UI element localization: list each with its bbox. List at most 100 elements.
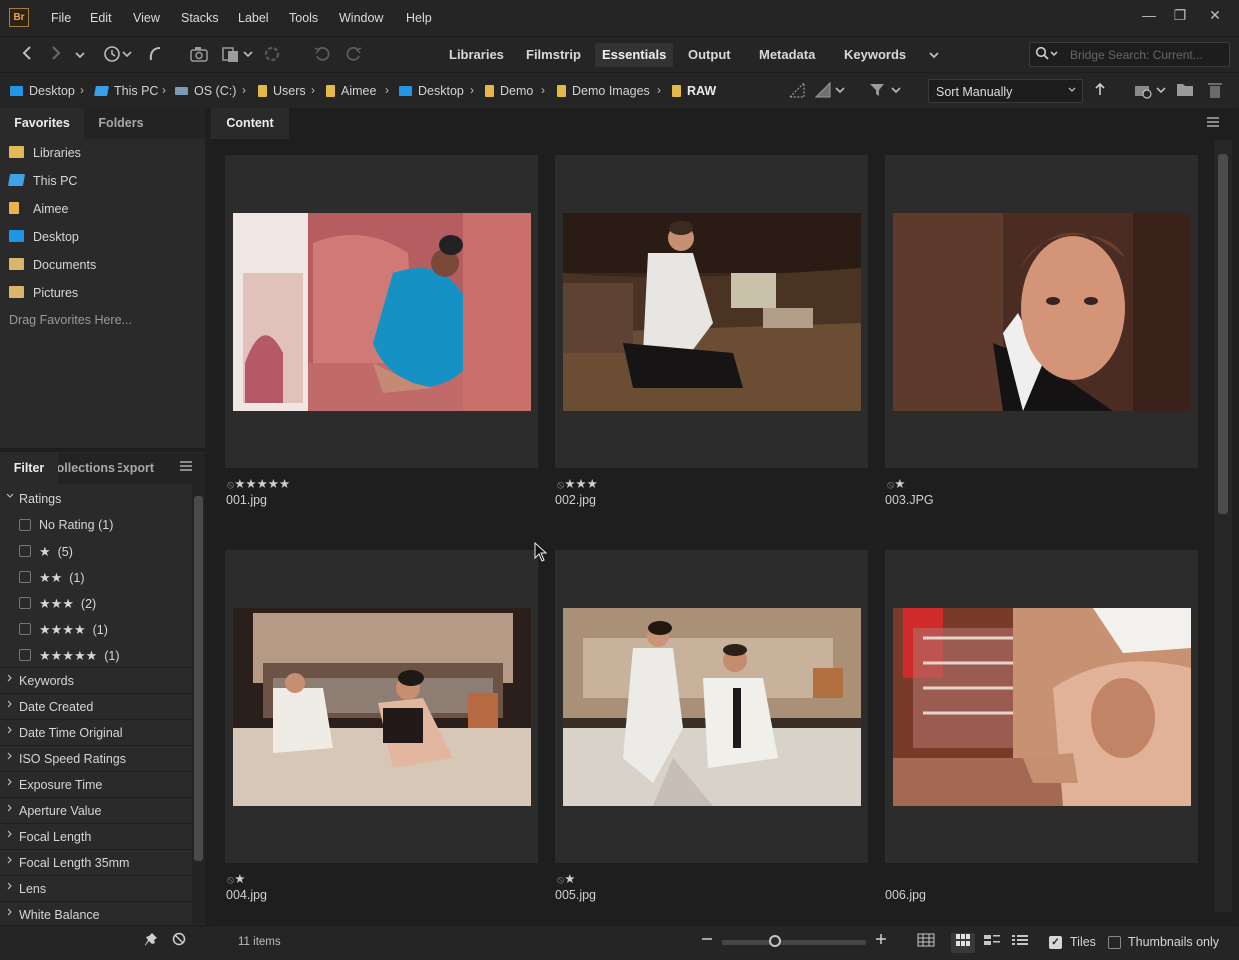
filter-rating-option[interactable]: ★★★★★ (1): [0, 642, 192, 668]
panel-divider[interactable]: [0, 448, 205, 452]
filter-section-aperture[interactable]: Aperture Value: [0, 798, 192, 824]
tile-filename[interactable]: 002.jpg: [555, 493, 596, 507]
checkbox[interactable]: [19, 623, 31, 635]
filter-section-keywords[interactable]: Keywords: [0, 668, 192, 694]
rotate-right-icon[interactable]: [345, 45, 363, 65]
workspace-keywords[interactable]: Keywords: [837, 43, 913, 67]
refine-copy-icon[interactable]: [220, 45, 254, 65]
tile-rating[interactable]: ⦸★: [227, 871, 245, 887]
photo-thumbnail[interactable]: [893, 608, 1191, 806]
thumbnail-size-slider[interactable]: [722, 940, 866, 945]
zoom-in-icon[interactable]: [872, 932, 890, 952]
tile-filename[interactable]: 001.jpg: [226, 493, 267, 507]
workspace-output[interactable]: Output: [681, 43, 738, 67]
checkbox[interactable]: [19, 571, 31, 583]
list-view-icon[interactable]: [1008, 933, 1032, 953]
grid-lock-icon[interactable]: [914, 933, 938, 953]
checkbox[interactable]: [19, 545, 31, 557]
filter-section-exposure-time[interactable]: Exposure Time: [0, 772, 192, 798]
tile-rating[interactable]: ⦸★: [557, 871, 575, 887]
trash-icon[interactable]: [1206, 81, 1224, 101]
filter-rating-option[interactable]: ★★ (1): [0, 564, 192, 590]
forward-arrow-icon[interactable]: [47, 45, 65, 65]
zoom-out-icon[interactable]: [698, 932, 716, 952]
thumbnail-tile[interactable]: [225, 550, 538, 863]
filter-rating-option[interactable]: ★★★ (2): [0, 590, 192, 616]
details-view-icon[interactable]: [980, 933, 1004, 953]
slider-knob[interactable]: [769, 935, 781, 947]
filter-section-focal-length-35mm[interactable]: Focal Length 35mm: [0, 850, 192, 876]
thumbnail-tile[interactable]: [885, 550, 1198, 863]
menu-view[interactable]: View: [133, 11, 160, 25]
filter-items-icon[interactable]: [868, 81, 904, 101]
favorite-item-pictures[interactable]: Pictures: [9, 286, 78, 300]
block-icon[interactable]: [170, 932, 188, 952]
filter-section-focal-length[interactable]: Focal Length: [0, 824, 192, 850]
breadcrumb-demo-images[interactable]: Demo Images: [557, 84, 650, 98]
filter-section-date-time-original[interactable]: Date Time Original: [0, 720, 192, 746]
favorite-item-documents[interactable]: Documents: [9, 258, 96, 272]
tab-folders[interactable]: Folders: [84, 108, 158, 139]
thumbnail-quality-icon[interactable]: [814, 81, 846, 101]
filter-section-lens[interactable]: Lens: [0, 876, 192, 902]
favorite-item-desktop[interactable]: Desktop: [9, 230, 79, 244]
workspaces-more-chevron-icon[interactable]: [925, 45, 943, 65]
thumbnail-tile[interactable]: [225, 155, 538, 468]
rotate-left-icon[interactable]: [313, 45, 331, 65]
thumbnail-tile[interactable]: [555, 550, 868, 863]
photo-thumbnail[interactable]: [893, 213, 1191, 411]
breadcrumb-aimee[interactable]: Aimee: [326, 84, 376, 98]
quality-icon[interactable]: [787, 81, 809, 101]
refresh-spin-icon[interactable]: [263, 45, 281, 65]
photo-thumbnail[interactable]: [233, 213, 531, 411]
filter-scrollbar[interactable]: [192, 484, 205, 924]
tile-filename[interactable]: 003.JPG: [885, 493, 934, 507]
sort-dropdown[interactable]: Sort Manually: [928, 79, 1083, 103]
thumbnails-only-checkbox[interactable]: [1108, 936, 1121, 949]
boomerang-icon[interactable]: [146, 45, 164, 65]
workspace-filmstrip[interactable]: Filmstrip: [519, 43, 588, 67]
breadcrumb-raw[interactable]: RAW: [672, 84, 716, 98]
filter-section-date-created[interactable]: Date Created: [0, 694, 192, 720]
workspace-libraries[interactable]: Libraries: [442, 43, 511, 67]
photo-thumbnail[interactable]: [563, 608, 861, 806]
favorite-item-this-pc[interactable]: This PC: [7, 174, 77, 188]
camera-import-icon[interactable]: [189, 45, 211, 65]
breadcrumb-users[interactable]: Users: [258, 84, 306, 98]
breadcrumb-this-pc[interactable]: This PC: [94, 84, 158, 98]
menu-edit[interactable]: Edit: [90, 11, 112, 25]
breadcrumb-desktop[interactable]: Desktop: [10, 84, 75, 98]
thumbnail-view-icon[interactable]: [951, 933, 975, 953]
menu-tools[interactable]: Tools: [289, 11, 318, 25]
filter-rating-option[interactable]: ★ (5): [0, 538, 192, 564]
filter-rating-option[interactable]: ★★★★ (1): [0, 616, 192, 642]
sort-ascending-arrow-icon[interactable]: [1092, 81, 1108, 101]
favorite-item-aimee[interactable]: Aimee: [9, 202, 68, 216]
photo-thumbnail[interactable]: [233, 608, 531, 806]
thumbnail-tile[interactable]: [885, 155, 1198, 468]
breadcrumb-os-drive[interactable]: OS (C:): [175, 84, 236, 98]
tile-rating[interactable]: ⦸★: [887, 476, 905, 492]
new-folder-icon[interactable]: [1176, 81, 1194, 101]
tile-filename[interactable]: 006.jpg: [885, 888, 926, 902]
pin-icon[interactable]: [142, 932, 160, 952]
tile-filename[interactable]: 004.jpg: [226, 888, 267, 902]
content-scrollbar[interactable]: [1214, 140, 1232, 912]
tile-rating[interactable]: ⦸★★★★★: [227, 476, 290, 492]
tab-content[interactable]: Content: [211, 108, 289, 139]
thumbnail-tile[interactable]: [555, 155, 868, 468]
checkbox[interactable]: [19, 519, 31, 531]
menu-label[interactable]: Label: [238, 11, 269, 25]
search-box[interactable]: Bridge Search: Current...: [1029, 42, 1230, 67]
panel-menu-icon[interactable]: [176, 458, 196, 478]
chevron-down-icon[interactable]: [72, 45, 88, 65]
tab-export[interactable]: Export: [118, 453, 158, 484]
open-recent-icon[interactable]: [1133, 81, 1169, 101]
menu-help[interactable]: Help: [406, 11, 432, 25]
filter-section-iso[interactable]: ISO Speed Ratings: [0, 746, 192, 772]
checkbox[interactable]: [19, 597, 31, 609]
scrollbar-thumb[interactable]: [194, 496, 203, 861]
workspace-essentials[interactable]: Essentials: [595, 43, 674, 67]
tab-favorites[interactable]: Favorites: [0, 108, 84, 139]
tab-filter[interactable]: Filter: [0, 453, 58, 484]
